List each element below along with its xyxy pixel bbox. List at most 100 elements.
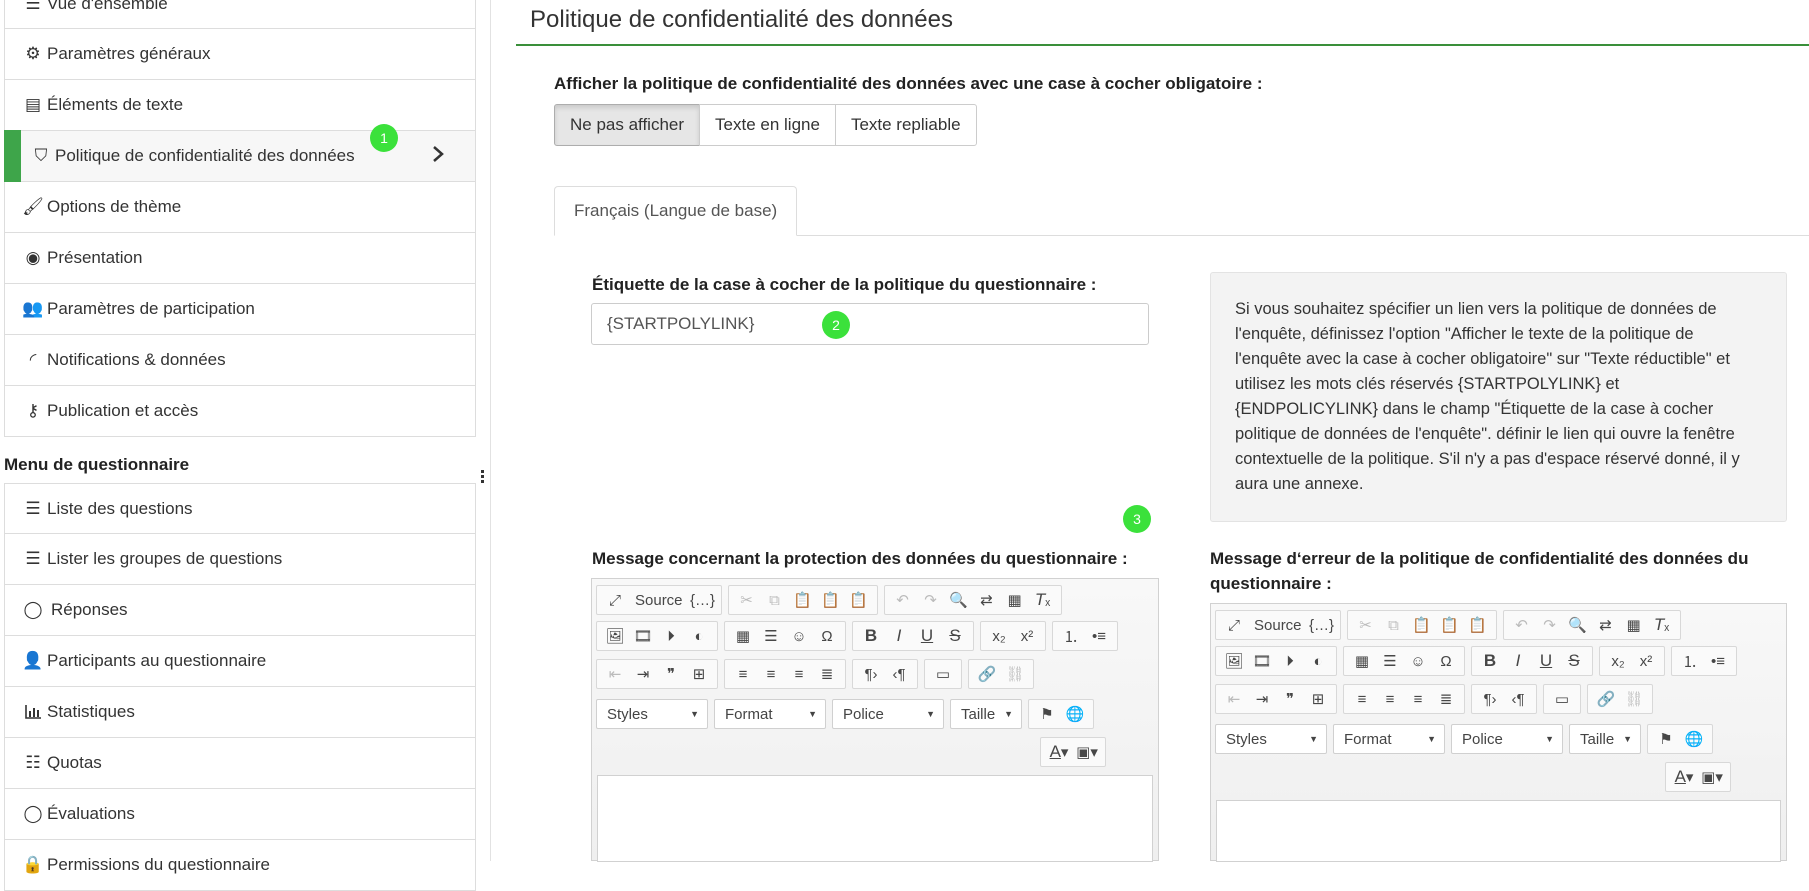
globe-icon[interactable]: 🌐 — [1680, 726, 1708, 752]
option-inline-text-button[interactable]: Texte en ligne — [699, 104, 836, 146]
link-icon[interactable]: 🔗 — [1592, 686, 1620, 712]
sidebar-item-statistics[interactable]: Statistiques — [4, 687, 476, 738]
bold-icon[interactable]: B — [857, 623, 885, 649]
play-icon[interactable]: ⏵ — [657, 623, 685, 649]
sidebar-item-text-elements[interactable]: ▤ Éléments de texte — [4, 80, 476, 131]
background-color-icon[interactable]: ▣▾ — [1073, 739, 1101, 765]
sidebar-item-presentation[interactable]: ◉ Présentation — [4, 233, 476, 284]
sidebar-item-theme-options[interactable]: 🖌 Options de thème — [4, 182, 476, 233]
sidebar-item-responses[interactable]: ◯ Réponses — [4, 585, 476, 636]
numbered-list-icon[interactable]: ⒈ — [1676, 648, 1704, 674]
sidebar-item-quotas[interactable]: ☷ Quotas — [4, 738, 476, 789]
smiley-icon[interactable]: ☺ — [785, 623, 813, 649]
size-select[interactable]: Taille ▼ — [1569, 724, 1641, 754]
remove-format-icon[interactable]: Tₓ — [1029, 587, 1057, 613]
copy-icon[interactable]: ⧉ — [1380, 612, 1408, 638]
align-right-icon[interactable]: ≡ — [1404, 686, 1432, 712]
redo-icon[interactable]: ↷ — [917, 587, 945, 613]
play-icon[interactable]: ⏵ — [1276, 648, 1304, 674]
find-icon[interactable]: 🔍 — [945, 587, 973, 613]
source-dialog-icon[interactable]: {…} — [1308, 612, 1336, 638]
smiley-icon[interactable]: ☺ — [1404, 648, 1432, 674]
format-select[interactable]: Format ▼ — [714, 699, 826, 729]
image-icon[interactable]: 🖼 — [601, 623, 629, 649]
copy-icon[interactable]: ⧉ — [761, 587, 789, 613]
globe-icon[interactable]: 🌐 — [1061, 701, 1089, 727]
replace-icon[interactable]: ⇄ — [1592, 612, 1620, 638]
underline-icon[interactable]: U — [913, 623, 941, 649]
ltr-icon[interactable]: ¶› — [857, 661, 885, 687]
background-color-icon[interactable]: ▣▾ — [1698, 764, 1726, 790]
option-collapsible-text-button[interactable]: Texte repliable — [834, 104, 977, 146]
flash-icon[interactable]: ◐ — [1304, 648, 1332, 674]
div-icon[interactable]: ⊞ — [1304, 686, 1332, 712]
superscript-icon[interactable]: x² — [1013, 623, 1041, 649]
image-icon[interactable]: 🖼 — [1220, 648, 1248, 674]
sidebar-item-question-groups[interactable]: ☰ Lister les groupes de questions — [4, 534, 476, 585]
div-icon[interactable]: ⊞ — [685, 661, 713, 687]
ltr-icon[interactable]: ¶› — [1476, 686, 1504, 712]
sidebar-item-privacy-policy[interactable]: ⛉ Politique de confidentialité des donné… — [4, 130, 476, 182]
select-all-icon[interactable]: ▦ — [1001, 587, 1029, 613]
strike-icon[interactable]: S — [941, 623, 969, 649]
checkbox-label-input[interactable] — [591, 303, 1149, 345]
paste-text-icon[interactable]: 📋 — [817, 587, 845, 613]
sidebar-item-permissions[interactable]: 🔒 Permissions du questionnaire — [4, 840, 476, 891]
align-center-icon[interactable]: ≡ — [757, 661, 785, 687]
link-icon[interactable]: 🔗 — [973, 661, 1001, 687]
sidebar-item-overview[interactable]: ☰ Vue d'ensemble — [4, 0, 476, 29]
indent-icon[interactable]: ⇥ — [1248, 686, 1276, 712]
font-select[interactable]: Police ▼ — [1451, 724, 1563, 754]
redo-icon[interactable]: ↷ — [1536, 612, 1564, 638]
indent-icon[interactable]: ⇥ — [629, 661, 657, 687]
italic-icon[interactable]: I — [1504, 648, 1532, 674]
source-dialog-icon[interactable]: {…} — [689, 587, 717, 613]
video-icon[interactable]: 🎞 — [1248, 648, 1276, 674]
cut-icon[interactable]: ✂ — [1352, 612, 1380, 638]
italic-icon[interactable]: I — [885, 623, 913, 649]
sidebar-item-publication-access[interactable]: ⚷ Publication et accès — [4, 386, 476, 437]
resize-handle[interactable] — [481, 470, 484, 485]
outdent-icon[interactable]: ⇤ — [1220, 686, 1248, 712]
paste-icon[interactable]: 📋 — [789, 587, 817, 613]
maximize-icon[interactable]: ⤢ — [1220, 612, 1248, 638]
chevron-right-icon[interactable] — [431, 145, 445, 168]
undo-icon[interactable]: ↶ — [889, 587, 917, 613]
numbered-list-icon[interactable]: ⒈ — [1057, 623, 1085, 649]
sidebar-item-assessments[interactable]: ◯ Évaluations — [4, 789, 476, 840]
error-editor-content[interactable] — [1216, 800, 1781, 862]
table-icon[interactable]: ▦ — [1348, 648, 1376, 674]
sidebar-item-question-list[interactable]: ☰ Liste des questions — [4, 483, 476, 534]
special-char-icon[interactable]: Ω — [1432, 648, 1460, 674]
paste-text-icon[interactable]: 📋 — [1436, 612, 1464, 638]
source-button[interactable]: Source — [629, 587, 689, 613]
outdent-icon[interactable]: ⇤ — [601, 661, 629, 687]
select-all-icon[interactable]: ▦ — [1620, 612, 1648, 638]
paste-word-icon[interactable]: 📋 — [1464, 612, 1492, 638]
template-icon[interactable]: ▭ — [929, 661, 957, 687]
cut-icon[interactable]: ✂ — [733, 587, 761, 613]
flash-icon[interactable]: ◐ — [685, 623, 713, 649]
horizontal-rule-icon[interactable]: ☰ — [1376, 648, 1404, 674]
maximize-icon[interactable]: ⤢ — [601, 587, 629, 613]
rtl-icon[interactable]: ‹¶ — [1504, 686, 1532, 712]
rtl-icon[interactable]: ‹¶ — [885, 661, 913, 687]
message-editor-content[interactable] — [597, 775, 1153, 862]
align-right-icon[interactable]: ≡ — [785, 661, 813, 687]
table-icon[interactable]: ▦ — [729, 623, 757, 649]
bulleted-list-icon[interactable]: •≡ — [1704, 648, 1732, 674]
remove-format-icon[interactable]: Tₓ — [1648, 612, 1676, 638]
sidebar-item-notifications[interactable]: ◜ Notifications & données — [4, 335, 476, 386]
horizontal-rule-icon[interactable]: ☰ — [757, 623, 785, 649]
subscript-icon[interactable]: x₂ — [1604, 648, 1632, 674]
align-left-icon[interactable]: ≡ — [729, 661, 757, 687]
underline-icon[interactable]: U — [1532, 648, 1560, 674]
paste-word-icon[interactable]: 📋 — [845, 587, 873, 613]
find-icon[interactable]: 🔍 — [1564, 612, 1592, 638]
bulleted-list-icon[interactable]: •≡ — [1085, 623, 1113, 649]
blockquote-icon[interactable]: ❞ — [1276, 686, 1304, 712]
replace-icon[interactable]: ⇄ — [973, 587, 1001, 613]
justify-icon[interactable]: ≣ — [813, 661, 841, 687]
blockquote-icon[interactable]: ❞ — [657, 661, 685, 687]
special-char-icon[interactable]: Ω — [813, 623, 841, 649]
